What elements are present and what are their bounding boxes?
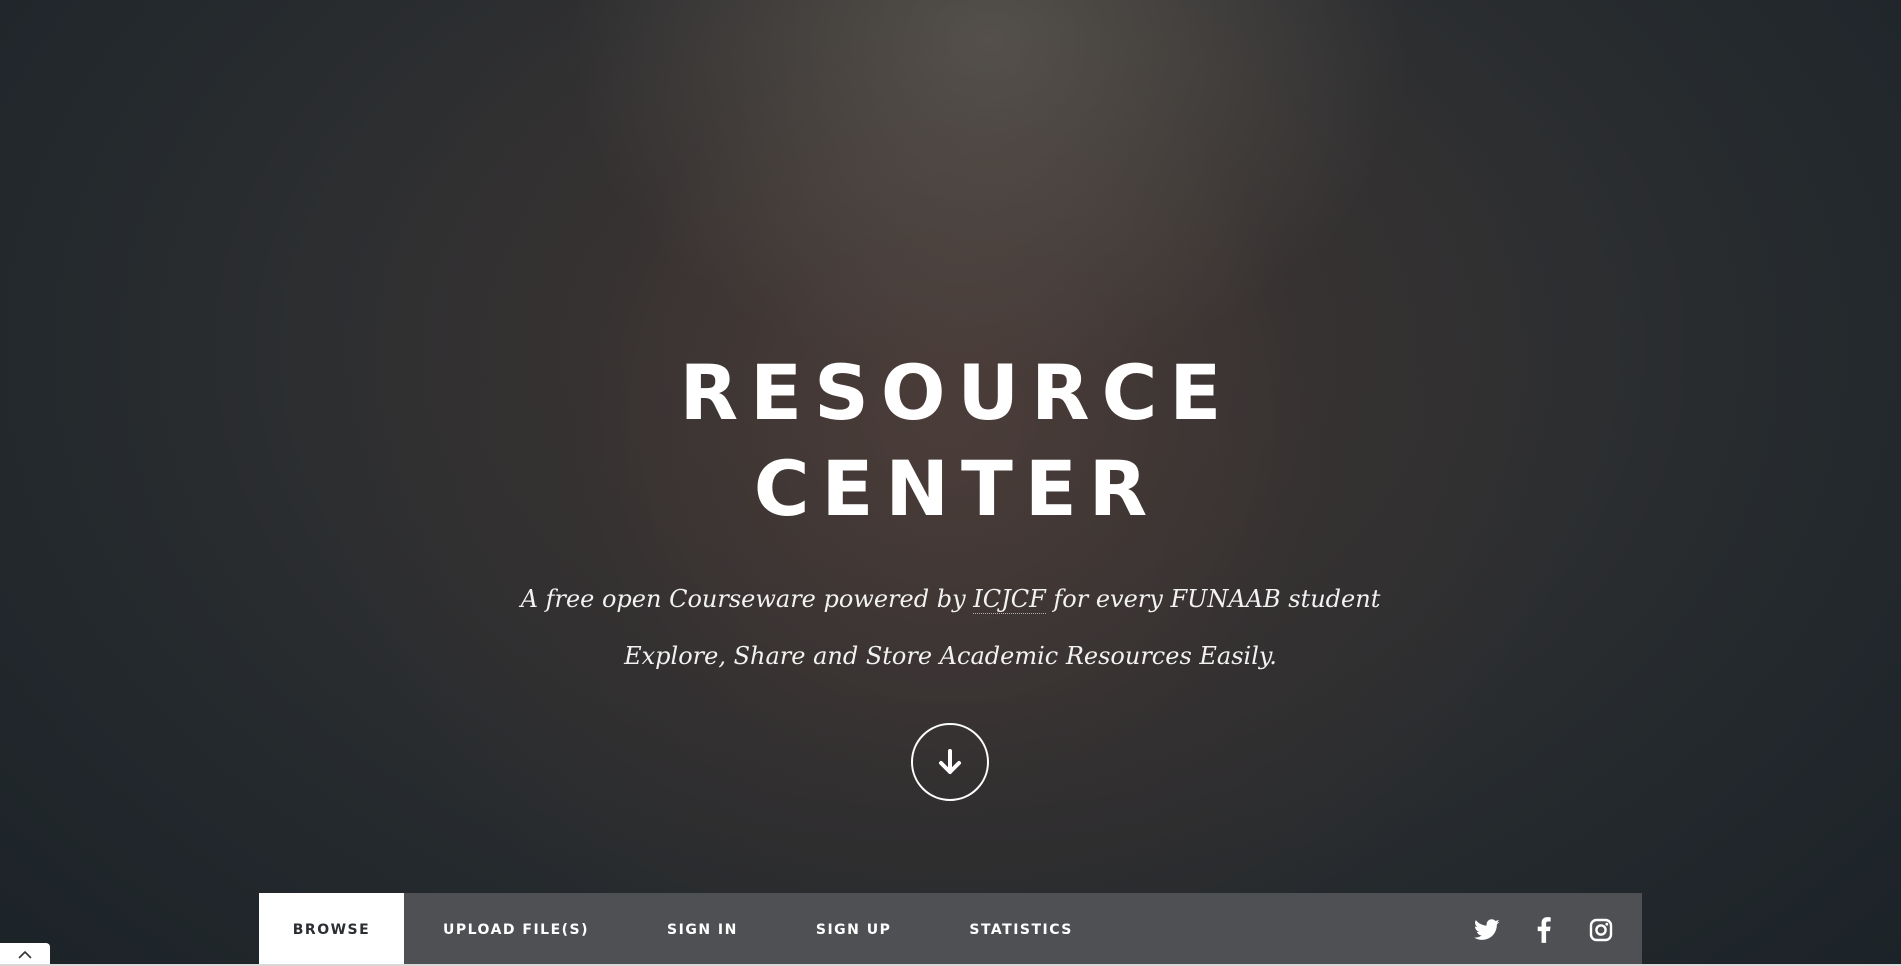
- subtitle-text-before: A free open Courseware powered by: [520, 585, 974, 613]
- nav-sign-in[interactable]: SIGN IN: [628, 893, 777, 966]
- chevron-up-icon: [18, 951, 32, 959]
- main-navbar: BROWSE UPLOAD FILE(S) SIGN IN SIGN UP ST…: [259, 893, 1642, 966]
- title-line-2: CENTER: [753, 444, 1160, 533]
- hero-banner: RESOURCE CENTER A free open Courseware p…: [0, 0, 1901, 966]
- nav-sign-up[interactable]: SIGN UP: [777, 893, 931, 966]
- subtitle-text-after: for every FUNAAB student: [1045, 585, 1381, 613]
- arrow-down-icon: [939, 749, 961, 774]
- nav-statistics-label: STATISTICS: [969, 921, 1073, 938]
- nav-sign-in-label: SIGN IN: [667, 921, 738, 938]
- icjcf-link[interactable]: ICJCF: [973, 585, 1046, 614]
- nav-browse[interactable]: BROWSE: [259, 893, 404, 966]
- twitter-icon[interactable]: [1472, 915, 1502, 945]
- social-links: [1445, 893, 1642, 966]
- nav-upload-files[interactable]: UPLOAD FILE(S): [404, 893, 628, 966]
- title-line-1: RESOURCE: [679, 348, 1234, 437]
- hero-subtitle: A free open Courseware powered by ICJCF …: [0, 583, 1901, 615]
- scroll-down-button[interactable]: [911, 723, 989, 801]
- back-to-top-button[interactable]: [0, 943, 50, 966]
- nav-browse-label: BROWSE: [292, 921, 371, 938]
- hero-tagline: Explore, Share and Store Academic Resour…: [624, 642, 1277, 670]
- nav-sign-up-label: SIGN UP: [815, 921, 892, 938]
- nav-upload-files-label: UPLOAD FILE(S): [443, 921, 590, 938]
- facebook-icon[interactable]: [1529, 915, 1559, 945]
- instagram-icon[interactable]: [1586, 915, 1616, 945]
- page-title: RESOURCE CENTER: [0, 345, 1901, 537]
- nav-statistics[interactable]: STATISTICS: [930, 893, 1112, 966]
